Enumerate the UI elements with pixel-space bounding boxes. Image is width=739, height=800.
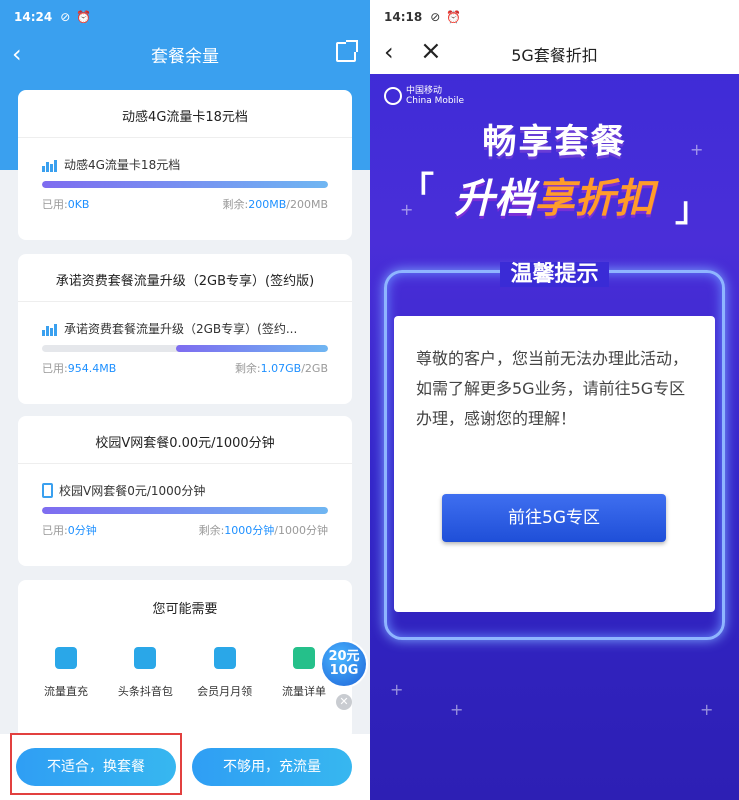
recharge-data-button[interactable]: 不够用，充流量: [192, 748, 352, 786]
dialog: 尊敬的客户，您当前无法办理此活动，如需了解更多5G业务，请前往5G专区办理，感谢…: [394, 316, 715, 612]
dialog-title: 温馨提示: [370, 256, 739, 288]
package-card: 承诺资费套餐流量升级（2GB专享）(签约版) 承诺资费套餐流量升级（2GB专享）…: [18, 254, 352, 404]
go-5g-zone-button[interactable]: 前往5G专区: [442, 494, 666, 542]
service-data-recharge[interactable]: 流量直充: [28, 647, 104, 699]
usage-row: 校园V网套餐0元/1000分钟: [18, 482, 352, 499]
used-value: 0分钟: [67, 524, 97, 537]
page-title: 5G套餐折扣: [511, 46, 598, 65]
usage-meta: 已用:0分钟 剩余:1000分钟/1000分钟: [42, 524, 328, 537]
usage-progress-bar: [42, 345, 328, 352]
right-screen: 14:18 ⊘⏰ ◠ 53 ‹ × 5G套餐折扣 中国移动China Mobil…: [370, 0, 739, 800]
remaining-value: 200MB: [248, 198, 287, 211]
dialog-message: 尊敬的客户，您当前无法办理此活动，如需了解更多5G业务，请前往5G专区办理，感谢…: [416, 349, 689, 428]
usage-meta: 已用:0KB 剩余:200MB/200MB: [42, 198, 328, 211]
hero-line-1: 畅享套餐: [482, 122, 627, 162]
mute-icon: ⊘: [60, 10, 71, 24]
brand-logo: 中国移动 China Mobile: [384, 86, 464, 106]
service-douyin-pack[interactable]: 头条抖音包: [107, 647, 183, 699]
recommend-card: 您可能需要 流量直充 头条抖音包 会员月月领 流量详单: [18, 580, 352, 740]
phone-gift-icon: [213, 647, 236, 669]
used-value: 954.4MB: [67, 362, 117, 375]
promo-badge[interactable]: 20元 10G: [320, 640, 368, 688]
package-card: 动感4G流量卡18元档 动感4G流量卡18元档 已用:0KB 剩余:200MB/…: [18, 90, 352, 240]
mute-icon: ⊘: [430, 10, 441, 24]
usage-row: 承诺资费套餐流量升级（2GB专享）(签约...: [18, 320, 352, 337]
usage-item-label: 校园V网套餐0元/1000分钟: [59, 484, 206, 498]
status-time: 14:18: [384, 10, 423, 24]
remaining-value: 1000分钟: [224, 524, 275, 537]
highlight-box: [10, 733, 182, 795]
alarm-icon: ⏰: [76, 10, 92, 24]
china-mobile-logo-icon: [384, 87, 402, 105]
close-promo-icon[interactable]: ✕: [336, 694, 352, 710]
usage-row: 动感4G流量卡18元档: [18, 156, 352, 173]
nav-bar: ‹ 套餐余量: [0, 34, 370, 74]
recommend-title: 您可能需要: [152, 602, 218, 617]
share-icon[interactable]: [336, 40, 358, 62]
usage-item-label: 动感4G流量卡18元档: [64, 158, 181, 172]
data-bars-icon: [42, 158, 58, 172]
services-row: 流量直充 头条抖音包 会员月月领 流量详单: [18, 617, 352, 699]
left-screen: 14:24 ⊘⏰ ◠ 61 ‹ 套餐余量 动感4G流量卡18元档 动感4G流量卡…: [0, 0, 370, 800]
used-value: 0KB: [67, 198, 90, 211]
status-bar: 14:24 ⊘⏰ ◠ 61: [0, 0, 370, 34]
usage-meta: 已用:954.4MB 剩余:1.07GB/2GB: [42, 362, 328, 375]
card-title: 动感4G流量卡18元档: [18, 90, 352, 138]
package-card: 校园V网套餐0.00元/1000分钟 校园V网套餐0元/1000分钟 已用:0分…: [18, 416, 352, 566]
remaining-value: 1.07GB: [260, 362, 302, 375]
service-membership[interactable]: 会员月月领: [187, 647, 263, 699]
bracket-right-icon: 」: [675, 190, 709, 230]
usage-progress-bar: [42, 507, 328, 514]
bag-icon: [134, 647, 157, 669]
list-icon: [292, 647, 315, 669]
fuel-icon: [55, 647, 77, 669]
usage-item-label: 承诺资费套餐流量升级（2GB专享）(签约...: [64, 322, 298, 336]
hero-line-2: 升档享折扣: [454, 176, 655, 222]
status-bar: 14:18 ⊘⏰ ◠ 53: [370, 0, 739, 34]
card-title: 校园V网套餐0.00元/1000分钟: [18, 416, 352, 464]
card-title: 承诺资费套餐流量升级（2GB专享）(签约版): [18, 254, 352, 302]
nav-bar: ‹ × 5G套餐折扣: [370, 34, 739, 74]
usage-progress-bar: [42, 181, 328, 188]
alarm-icon: ⏰: [446, 10, 462, 24]
data-bars-icon: [42, 322, 58, 336]
page-title: 套餐余量: [151, 47, 219, 67]
phone-icon: [42, 483, 53, 498]
status-time: 14:24: [14, 10, 53, 24]
